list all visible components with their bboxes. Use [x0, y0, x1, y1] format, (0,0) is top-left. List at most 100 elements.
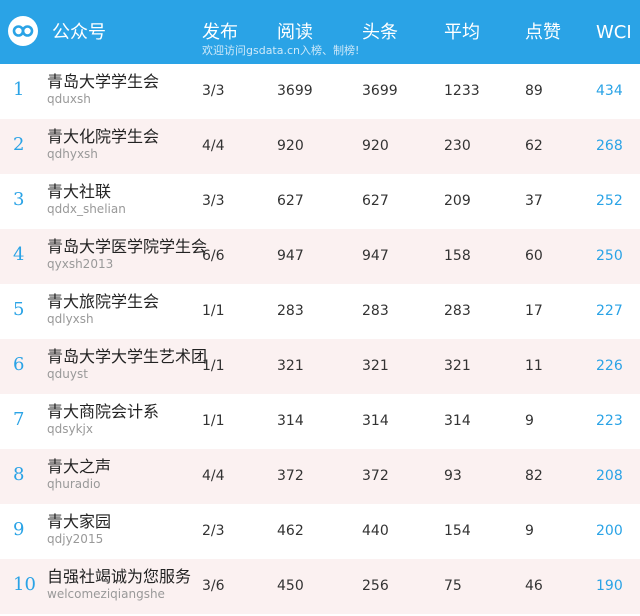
- row-account: qdsykjx: [47, 422, 93, 436]
- row-account: qddx_shelian: [47, 202, 126, 216]
- header-wci: WCI: [596, 22, 632, 43]
- row-name: 自强社竭诚为您服务: [47, 567, 192, 586]
- row-reads: 920: [277, 138, 304, 154]
- row-name: 青大之声: [47, 457, 112, 476]
- row-likes: 37: [525, 193, 543, 209]
- row-rank: 2: [13, 134, 25, 155]
- row-rank: 4: [13, 244, 25, 265]
- row-wci: 250: [596, 248, 623, 264]
- row-reads: 462: [277, 523, 304, 539]
- row-publish: 2/3: [202, 523, 225, 539]
- row-reads: 283: [277, 303, 304, 319]
- table-row: 6 青岛大学大学生艺术团 qduyst 1/1 321 321 321 11 2…: [0, 339, 640, 394]
- header-avg: 平均: [444, 22, 480, 43]
- row-account: qduyst: [47, 367, 88, 381]
- row-rank: 7: [13, 409, 25, 430]
- row-avg: 230: [444, 138, 471, 154]
- row-rank: 8: [13, 464, 25, 485]
- row-avg: 158: [444, 248, 471, 264]
- row-name: 青大社联: [47, 182, 112, 201]
- row-likes: 11: [525, 358, 543, 374]
- row-wci: 208: [596, 468, 623, 484]
- row-avg: 209: [444, 193, 471, 209]
- row-rank: 9: [13, 519, 25, 540]
- row-headline: 372: [362, 468, 389, 484]
- row-wci: 227: [596, 303, 623, 319]
- table-row: 5 青大旅院学生会 qdlyxsh 1/1 283 283 283 17 227: [0, 284, 640, 339]
- row-wci: 226: [596, 358, 623, 374]
- row-reads: 321: [277, 358, 304, 374]
- row-rank: 6: [13, 354, 25, 375]
- row-name: 青大商院会计系: [47, 402, 160, 421]
- row-headline: 283: [362, 303, 389, 319]
- row-rank: 3: [13, 189, 25, 210]
- row-rank: 1: [13, 79, 25, 100]
- row-account: qdjy2015: [47, 532, 104, 546]
- row-headline: 947: [362, 248, 389, 264]
- table-header: 公众号 发布 阅读 头条 平均 点赞 WCI 欢迎访问gsdata.cn入榜、制…: [0, 0, 640, 64]
- row-wci: 190: [596, 578, 623, 594]
- gsdata-logo-icon: [8, 16, 38, 46]
- header-account: 公众号: [52, 22, 106, 43]
- row-name: 青大旅院学生会: [47, 292, 160, 311]
- row-likes: 60: [525, 248, 543, 264]
- table-row: 3 青大社联 qddx_shelian 3/3 627 627 209 37 2…: [0, 174, 640, 229]
- header-subtitle: 欢迎访问gsdata.cn入榜、制榜!: [202, 44, 360, 57]
- row-avg: 314: [444, 413, 471, 429]
- row-avg: 321: [444, 358, 471, 374]
- row-account: qhuradio: [47, 477, 101, 491]
- table-row: 10 自强社竭诚为您服务 welcomeziqiangshe 3/6 450 2…: [0, 559, 640, 614]
- row-name: 青大家园: [47, 512, 112, 531]
- row-account: welcomeziqiangshe: [47, 587, 165, 601]
- row-avg: 1233: [444, 83, 480, 99]
- row-likes: 46: [525, 578, 543, 594]
- row-reads: 450: [277, 578, 304, 594]
- row-likes: 9: [525, 523, 534, 539]
- header-headline: 头条: [362, 22, 398, 43]
- row-reads: 314: [277, 413, 304, 429]
- row-wci: 434: [596, 83, 623, 99]
- table-row: 1 青岛大学学生会 qduxsh 3/3 3699 3699 1233 89 4…: [0, 64, 640, 119]
- row-account: qdhyxsh: [47, 147, 98, 161]
- row-wci: 200: [596, 523, 623, 539]
- row-likes: 82: [525, 468, 543, 484]
- header-reads: 阅读: [277, 22, 313, 43]
- table-row: 8 青大之声 qhuradio 4/4 372 372 93 82 208: [0, 449, 640, 504]
- table-row: 2 青大化院学生会 qdhyxsh 4/4 920 920 230 62 268: [0, 119, 640, 174]
- row-avg: 154: [444, 523, 471, 539]
- row-name: 青岛大学学生会: [47, 72, 160, 91]
- row-publish: 3/3: [202, 83, 225, 99]
- row-likes: 62: [525, 138, 543, 154]
- row-publish: 1/1: [202, 303, 225, 319]
- row-avg: 75: [444, 578, 462, 594]
- row-likes: 9: [525, 413, 534, 429]
- row-publish: 4/4: [202, 468, 225, 484]
- row-reads: 3699: [277, 83, 313, 99]
- header-likes: 点赞: [525, 22, 561, 43]
- row-name: 青岛大学大学生艺术团: [47, 347, 208, 366]
- row-publish: 6/6: [202, 248, 225, 264]
- row-likes: 17: [525, 303, 543, 319]
- row-rank: 10: [13, 574, 36, 595]
- row-wci: 252: [596, 193, 623, 209]
- row-account: qduxsh: [47, 92, 91, 106]
- row-reads: 947: [277, 248, 304, 264]
- row-headline: 256: [362, 578, 389, 594]
- row-account: qdlyxsh: [47, 312, 94, 326]
- row-publish: 3/3: [202, 193, 225, 209]
- row-wci: 223: [596, 413, 623, 429]
- header-publish: 发布: [202, 22, 238, 43]
- row-headline: 440: [362, 523, 389, 539]
- row-account: qyxsh2013: [47, 257, 114, 271]
- table-row: 4 青岛大学医学院学生会 qyxsh2013 6/6 947 947 158 6…: [0, 229, 640, 284]
- row-publish: 3/6: [202, 578, 225, 594]
- row-wci: 268: [596, 138, 623, 154]
- row-reads: 372: [277, 468, 304, 484]
- row-headline: 3699: [362, 83, 398, 99]
- row-avg: 283: [444, 303, 471, 319]
- row-likes: 89: [525, 83, 543, 99]
- row-headline: 627: [362, 193, 389, 209]
- row-publish: 1/1: [202, 413, 225, 429]
- row-avg: 93: [444, 468, 462, 484]
- row-publish: 4/4: [202, 138, 225, 154]
